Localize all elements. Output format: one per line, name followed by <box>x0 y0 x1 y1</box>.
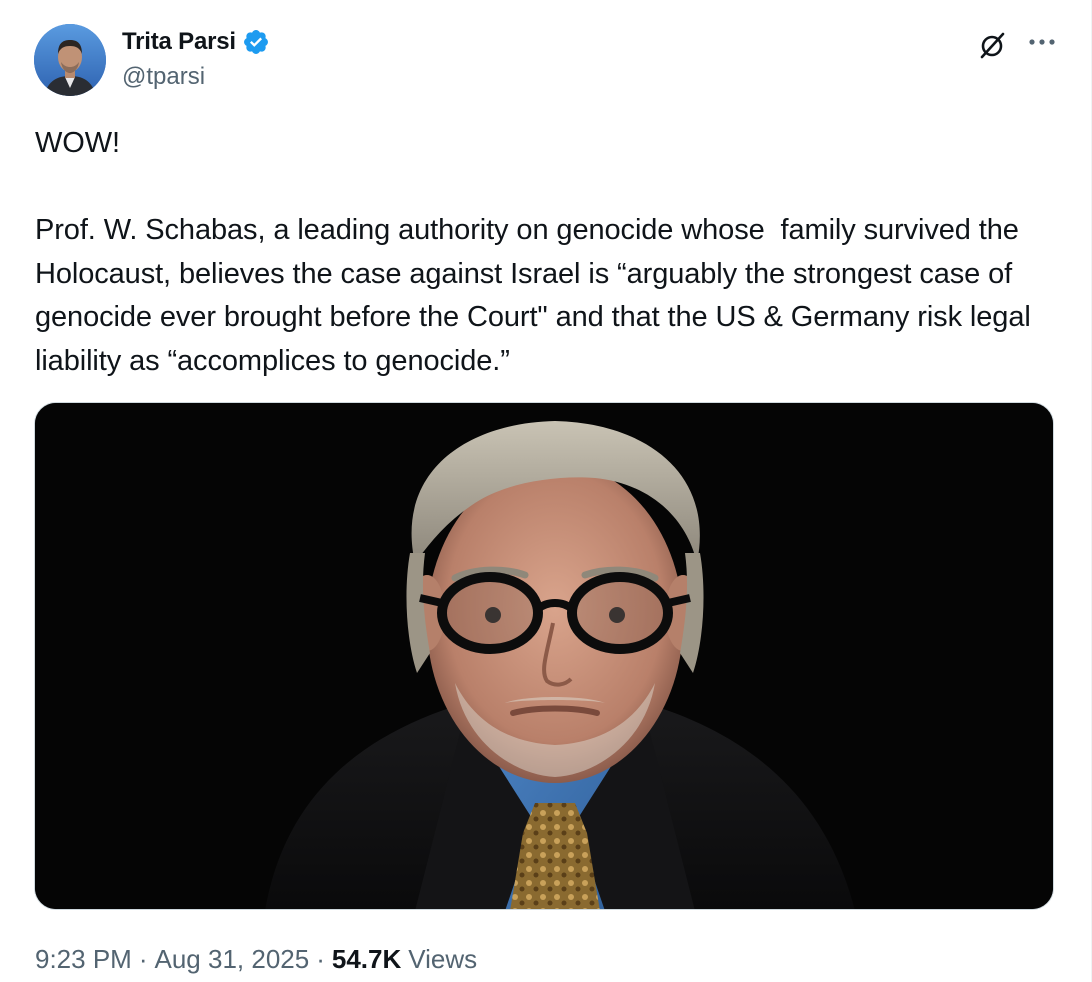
tweet-time[interactable]: 9:23 PM <box>35 944 132 975</box>
tweet-text: WOW! Prof. W. Schabas, a leading authori… <box>35 127 1031 377</box>
views-count[interactable]: 54.7K <box>332 944 401 975</box>
tweet-photo[interactable] <box>34 402 1054 910</box>
meta-separator: · <box>316 944 325 974</box>
more-horizontal-icon[interactable] <box>1022 27 1062 57</box>
avatar[interactable] <box>34 24 106 96</box>
meta-separator: · <box>138 944 148 974</box>
author-handle[interactable]: @tparsi <box>122 63 205 91</box>
profile-photo-icon <box>34 24 106 96</box>
verified-badge-icon <box>242 28 270 56</box>
tweet-card: Trita Parsi @tparsi WOW! Prof. W. Schaba… <box>0 0 1092 982</box>
views-label[interactable]: Views <box>408 944 477 975</box>
tweet-date[interactable]: Aug 31, 2025 <box>155 944 310 975</box>
grok-icon[interactable] <box>974 27 1010 63</box>
author-name-row[interactable]: Trita Parsi <box>122 28 270 56</box>
tweet-meta: 9:23 PM · Aug 31, 2025 · 54.7K Views <box>35 944 477 975</box>
author-display-name[interactable]: Trita Parsi <box>122 28 236 56</box>
photo-of-man-with-glasses-icon <box>35 403 1053 909</box>
